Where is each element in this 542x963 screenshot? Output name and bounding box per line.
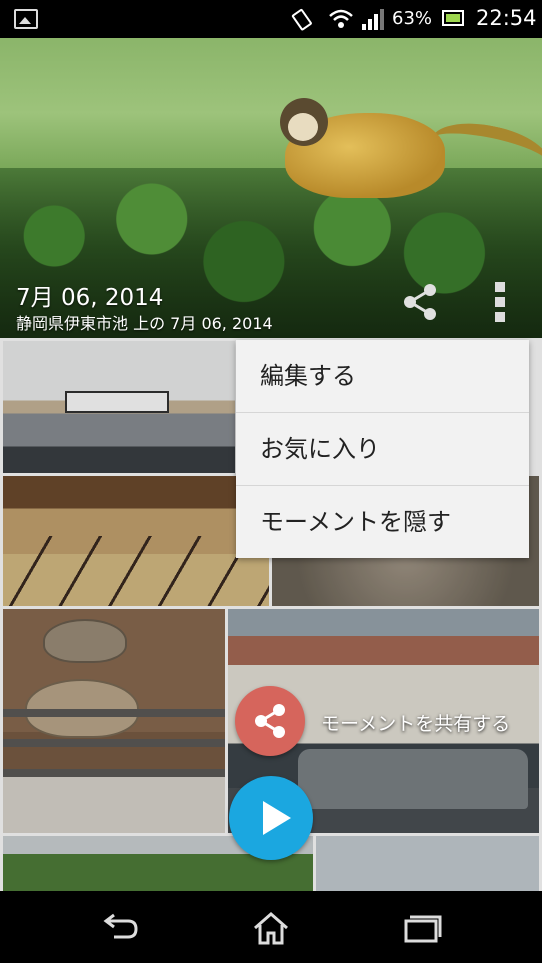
navigation-bar: [0, 891, 542, 963]
battery-icon: [442, 10, 464, 26]
play-slideshow-button[interactable]: [229, 776, 313, 860]
moment-location: 静岡県伊東市池 上の 7月 06, 2014: [16, 314, 273, 333]
wifi-icon: [329, 9, 353, 28]
share-icon[interactable]: [400, 282, 440, 322]
battery-percent: 63%: [392, 8, 433, 29]
share-icon: [255, 704, 285, 738]
gallery-notification-icon: [14, 9, 38, 29]
share-moment-button[interactable]: [235, 686, 305, 756]
menu-item-hide-moment[interactable]: モーメントを隠す: [236, 486, 529, 558]
screen-rotation-icon: [291, 8, 312, 31]
share-moment-label: モーメントを共有する: [321, 713, 511, 735]
menu-item-edit[interactable]: 編集する: [236, 340, 529, 413]
clock: 22:54: [476, 6, 537, 30]
signal-icon: [362, 9, 384, 30]
monkey-photo-face: [288, 113, 318, 141]
back-icon[interactable]: [100, 911, 140, 945]
moment-date: 7月 06, 2014: [16, 285, 164, 311]
overflow-menu-icon[interactable]: [495, 282, 507, 322]
moment-header[interactable]: 7月 06, 2014 静岡県伊東市池 上の 7月 06, 2014: [0, 38, 542, 338]
menu-item-favorite[interactable]: お気に入り: [236, 413, 529, 486]
overflow-menu: 編集する お気に入り モーメントを隠す: [236, 340, 529, 558]
recent-apps-icon[interactable]: [402, 911, 442, 945]
status-bar: 63% 22:54: [0, 0, 542, 38]
home-icon[interactable]: [252, 911, 290, 945]
